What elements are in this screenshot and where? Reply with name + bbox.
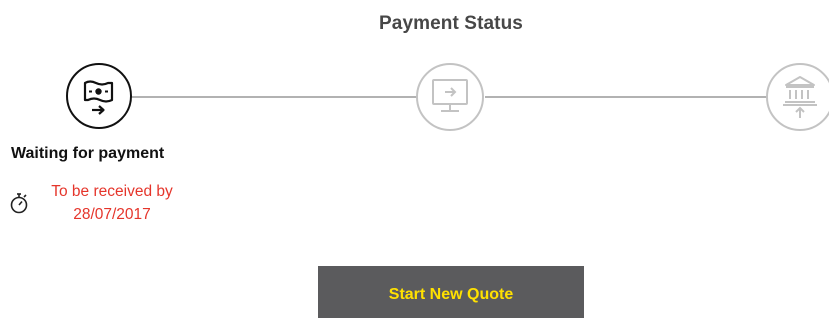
start-new-quote-button[interactable]: Start New Quote (318, 266, 584, 318)
bank-deposit-icon (783, 76, 817, 118)
current-step-label: Waiting for payment (11, 145, 165, 162)
stopwatch-icon (10, 193, 28, 214)
step-waiting-payment (66, 63, 132, 129)
step-bank-received (766, 63, 829, 131)
due-date: 28/07/2017 (73, 206, 151, 223)
step-transfer (416, 63, 484, 131)
payment-status-page: Payment Status Waiting for payment To be… (0, 0, 829, 318)
cash-transfer-icon (83, 80, 114, 115)
payment-due-text: To be received by 28/07/2017 (36, 180, 188, 226)
progress-connector-2 (485, 96, 768, 98)
computer-transfer-icon (432, 79, 468, 112)
page-title: Payment Status (379, 13, 523, 34)
progress-connector-1 (131, 96, 417, 98)
due-prefix: To be received by (51, 183, 173, 200)
